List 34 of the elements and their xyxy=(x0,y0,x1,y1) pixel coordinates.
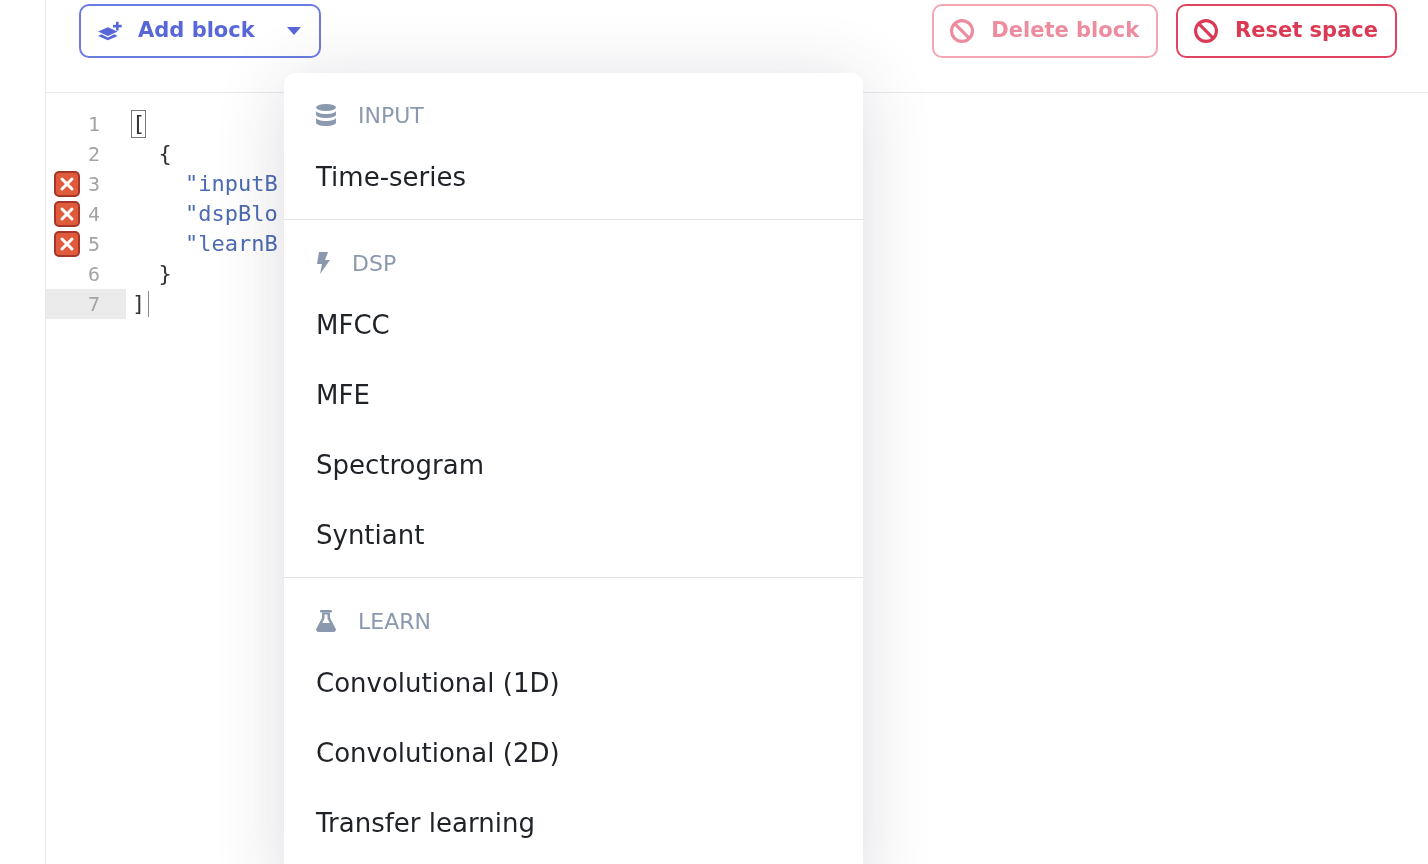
code-line: "learnB xyxy=(183,231,278,257)
code-line: "dspBlo xyxy=(183,201,278,227)
menu-item[interactable]: Transfer learning xyxy=(316,803,535,843)
caret-down-icon xyxy=(287,27,301,35)
flask-icon xyxy=(316,610,336,632)
code-line: [ xyxy=(132,111,146,137)
database-icon xyxy=(316,104,336,126)
line-number: 2 xyxy=(86,141,100,167)
ban-icon xyxy=(950,19,975,43)
code-line: "inputB xyxy=(183,171,278,197)
code-line: { xyxy=(157,141,172,167)
line-number: 3 xyxy=(86,171,100,197)
add-block-button[interactable]: Add block xyxy=(79,4,321,58)
line-number: 5 xyxy=(86,231,100,257)
lightning-bolt-icon xyxy=(316,252,330,274)
line-number: 6 xyxy=(86,261,100,287)
action-button[interactable]: Reset space xyxy=(1176,4,1397,58)
line-number: 1 xyxy=(86,111,100,137)
line-number: 4 xyxy=(86,201,100,227)
code-line: } xyxy=(157,261,172,287)
line-number: 7 xyxy=(86,291,100,317)
menu-item[interactable]: Syntiant xyxy=(316,515,425,555)
layers-plus-icon xyxy=(97,21,122,41)
menu-item[interactable]: MFE xyxy=(316,375,370,415)
section-header: DSP xyxy=(352,249,397,278)
section-header: LEARN xyxy=(358,607,431,636)
menu-item[interactable]: Convolutional (1D) xyxy=(316,663,560,703)
menu-item[interactable]: MFCC xyxy=(316,305,390,345)
menu-item[interactable]: Convolutional (2D) xyxy=(316,733,560,773)
ban-icon xyxy=(1194,19,1219,43)
code-line: ] xyxy=(132,291,146,317)
section-header: INPUT xyxy=(358,101,424,130)
menu-item[interactable]: Time-series xyxy=(316,157,466,197)
menu-item[interactable]: Spectrogram xyxy=(316,445,484,485)
